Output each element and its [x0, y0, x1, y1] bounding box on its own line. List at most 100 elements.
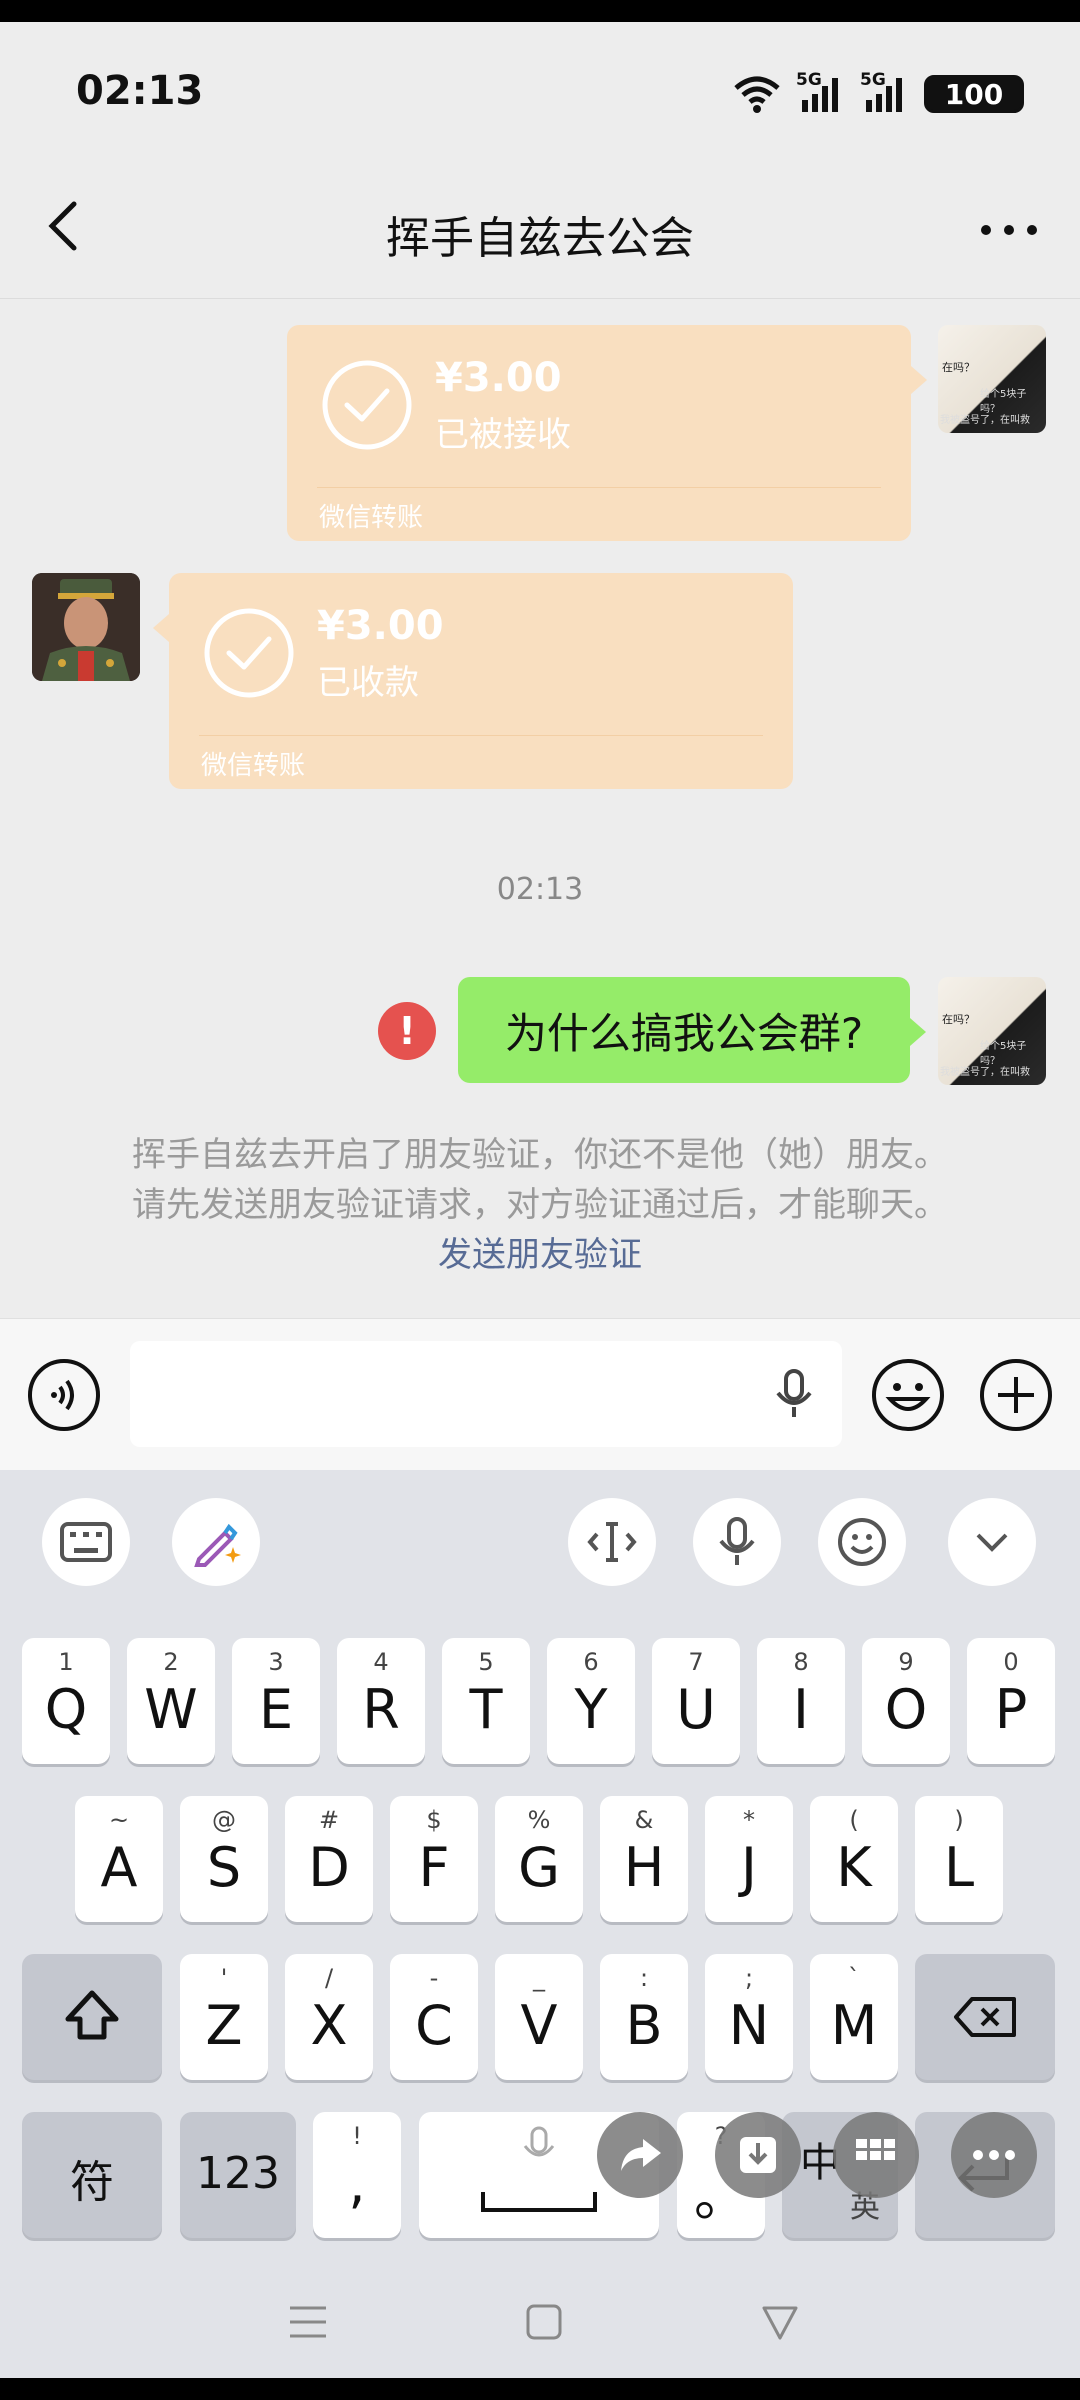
- key-sub: 7: [688, 1648, 704, 1676]
- key-main: 123: [196, 2148, 280, 2199]
- key-main: A: [100, 1836, 138, 1899]
- send-failed-icon[interactable]: !: [378, 1002, 436, 1060]
- key-main: O: [884, 1678, 928, 1741]
- key-i[interactable]: 8I: [757, 1638, 845, 1764]
- key-z[interactable]: ' Z: [180, 1954, 268, 2080]
- key-u[interactable]: 7U: [652, 1638, 740, 1764]
- key-sub: #: [318, 1806, 340, 1834]
- save-button[interactable]: [715, 2112, 801, 2198]
- key-sub: ;: [744, 1964, 754, 1992]
- key-sub: 4: [373, 1648, 389, 1676]
- transfer-card-sent[interactable]: ¥3.00 已被接收 微信转账: [287, 325, 911, 541]
- key-sub: @: [212, 1806, 236, 1834]
- key-f[interactable]: $ F: [390, 1796, 478, 1922]
- comma-key[interactable]: ! ,: [313, 2112, 401, 2238]
- back-triangle-icon[interactable]: [760, 2302, 800, 2342]
- more-dots-icon: [973, 2150, 1015, 2160]
- smile-icon: [838, 1518, 886, 1566]
- key-sub: `: [848, 1964, 860, 1992]
- key-c[interactable]: -C: [390, 1954, 478, 2080]
- plus-icon[interactable]: [978, 1357, 1054, 1433]
- number-key[interactable]: 123: [180, 2112, 296, 2238]
- key-sub: ): [954, 1806, 964, 1834]
- more-options-button[interactable]: [951, 2112, 1037, 2198]
- home-icon[interactable]: [524, 2302, 564, 2342]
- key-main: E: [258, 1678, 294, 1741]
- keyboard-switch-button[interactable]: [42, 1498, 130, 1586]
- avatar[interactable]: 在吗？ 给个5块子吗？ 我被盗号了，在叫救: [938, 325, 1046, 433]
- key-k[interactable]: (K: [810, 1796, 898, 1922]
- more-dots-icon[interactable]: [974, 200, 1044, 260]
- key-sub: -: [429, 1964, 439, 1992]
- key-l[interactable]: ) L: [915, 1796, 1003, 1922]
- key-main: J: [741, 1836, 757, 1899]
- key-a[interactable]: ~ A: [75, 1796, 163, 1922]
- key-main: U: [676, 1678, 716, 1741]
- signal-bars-icon: [866, 78, 902, 112]
- message-input[interactable]: [130, 1341, 842, 1447]
- key-g[interactable]: % G: [495, 1796, 583, 1922]
- key-sub: %: [527, 1806, 551, 1834]
- ai-write-button[interactable]: [172, 1498, 260, 1586]
- avatar[interactable]: 在吗？ 给个5块子吗？ 我被盗号了，在叫救: [938, 977, 1046, 1085]
- key-sub: 9: [898, 1648, 914, 1676]
- shift-key[interactable]: [22, 1954, 162, 2080]
- check-circle-icon: [322, 360, 412, 450]
- key-main: ,: [348, 2152, 366, 2215]
- symbol-key[interactable]: 符: [22, 2112, 162, 2238]
- system-navigation: [0, 2266, 1080, 2378]
- chat-header: 挥手自兹去公会: [0, 162, 1080, 299]
- key-q[interactable]: 1Q: [22, 1638, 110, 1764]
- voice-input-button[interactable]: [693, 1498, 781, 1586]
- bubble-tail: [153, 614, 169, 642]
- key-x[interactable]: / X: [285, 1954, 373, 2080]
- key-sub: 6: [583, 1648, 599, 1676]
- key-sub: 5: [478, 1648, 494, 1676]
- input-bar: [0, 1318, 1080, 1471]
- emoji-panel-button[interactable]: [818, 1498, 906, 1586]
- hide-keyboard-button[interactable]: [948, 1498, 1036, 1586]
- key-t[interactable]: 5T: [442, 1638, 530, 1764]
- key-o[interactable]: 9O: [862, 1638, 950, 1764]
- send-friend-request-link[interactable]: 发送朋友验证: [0, 1230, 1080, 1280]
- transfer-card-received[interactable]: ¥3.00 已收款 微信转账: [169, 573, 793, 789]
- apps-button[interactable]: [833, 2112, 919, 2198]
- key-n[interactable]: ; N: [705, 1954, 793, 2080]
- text-cursor-icon: [587, 1522, 637, 1562]
- system-notice: 挥手自兹去开启了朋友验证，你还不是他（她）朋友。 请先发送朋友验证请求，对方验证…: [0, 1130, 1080, 1280]
- avatar[interactable]: [32, 573, 140, 681]
- cursor-move-button[interactable]: [568, 1498, 656, 1586]
- key-e[interactable]: 3E: [232, 1638, 320, 1764]
- key-main: S: [206, 1836, 242, 1899]
- wifi-icon: [734, 76, 780, 113]
- voice-icon[interactable]: [26, 1357, 102, 1433]
- key-h[interactable]: & H: [600, 1796, 688, 1922]
- key-sub: _: [533, 1964, 545, 1992]
- key-r[interactable]: 4R: [337, 1638, 425, 1764]
- key-j[interactable]: * J: [705, 1796, 793, 1922]
- key-m[interactable]: ` M: [810, 1954, 898, 2080]
- key-y[interactable]: 6Y: [547, 1638, 635, 1764]
- key-p[interactable]: 0P: [967, 1638, 1055, 1764]
- key-main: X: [310, 1994, 348, 2057]
- transfer-amount: ¥3.00: [435, 355, 562, 401]
- key-w[interactable]: 2W: [127, 1638, 215, 1764]
- mic-icon[interactable]: [772, 1369, 816, 1419]
- avatar-text: 我被盗号了，在叫救: [940, 415, 1030, 426]
- key-sub: !: [352, 2122, 362, 2150]
- key-b[interactable]: :B: [600, 1954, 688, 2080]
- menu-icon[interactable]: [286, 2302, 330, 2342]
- key-s[interactable]: @ S: [180, 1796, 268, 1922]
- emoji-icon[interactable]: [870, 1357, 946, 1433]
- key-v[interactable]: _ V: [495, 1954, 583, 2080]
- key-main: F: [418, 1836, 450, 1899]
- key-main: W: [144, 1678, 198, 1741]
- backspace-key[interactable]: [915, 1954, 1055, 2080]
- key-main: 符: [70, 2157, 114, 2208]
- transfer-divider: [317, 487, 881, 488]
- key-main: G: [518, 1836, 560, 1899]
- key-d[interactable]: # D: [285, 1796, 373, 1922]
- key-main: Q: [44, 1678, 88, 1741]
- share-button[interactable]: [597, 2112, 683, 2198]
- message-bubble[interactable]: 为什么搞我公会群?: [458, 977, 910, 1083]
